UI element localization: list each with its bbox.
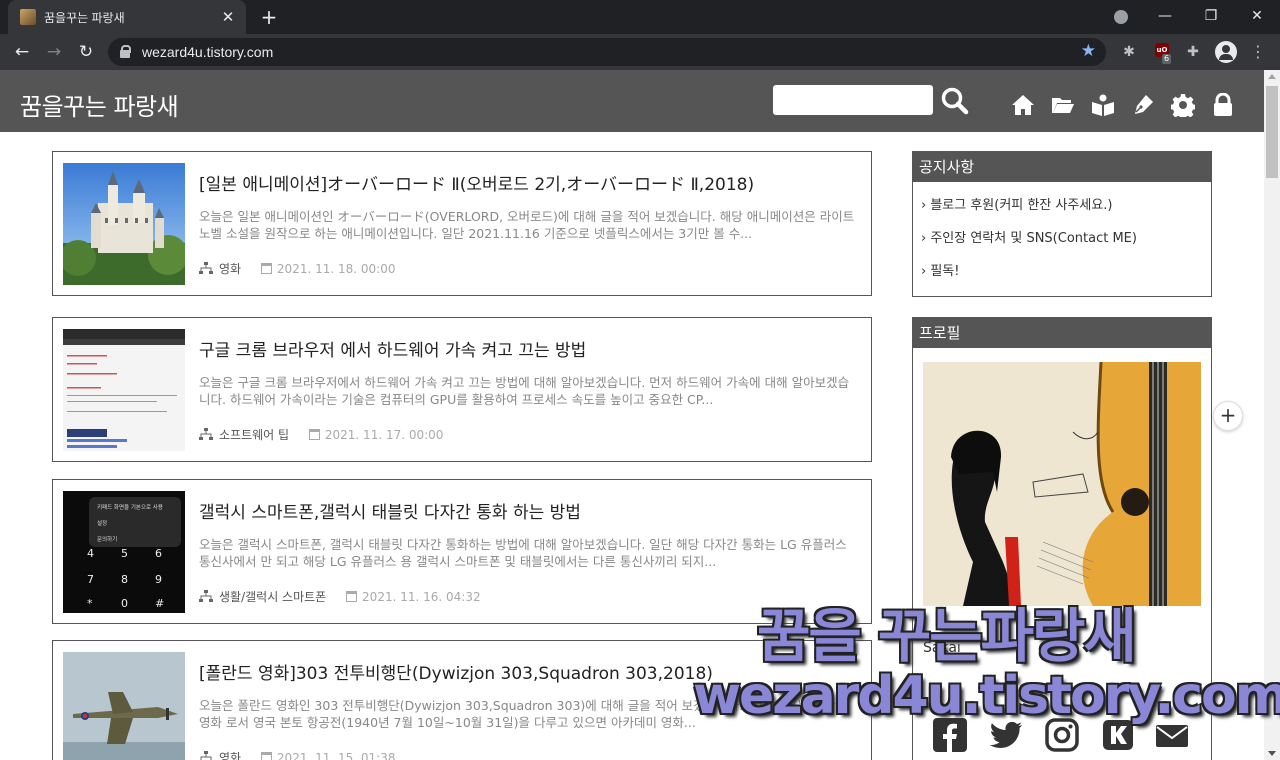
tab-search-icon[interactable] [1114,10,1128,24]
favicon-icon [20,9,36,25]
notice-item[interactable]: › 필독! [921,260,1211,293]
blog-title[interactable]: 꿈을꾸는 파랑새 [20,87,179,122]
post-date: 2021. 11. 15. 01:38 [276,751,396,760]
new-tab-button[interactable]: + [256,5,282,29]
home-icon[interactable] [1011,93,1035,117]
bookmark-star-icon[interactable]: ★ [1081,41,1096,61]
post-category[interactable]: 영화 [219,262,241,276]
url-text: wezard4u.tistory.com [142,44,274,60]
category-sitemap-icon [199,262,213,274]
calendar-icon [308,429,320,440]
thumb-key: * [87,597,93,610]
scroll-thumb[interactable] [1266,86,1278,178]
category-sitemap-icon [199,590,213,602]
ublock-count-badge: 6 [1162,54,1172,64]
category-sitemap-icon [200,751,212,760]
post-date: 2021. 11. 17. 00:00 [324,428,444,442]
browser-tab[interactable]: 꿈을꾸는 파랑새 ✕ [8,0,246,34]
browser-toolbar: ← → ↻ wezard4u.tistory.com ★ ✱ uO 6 ✚ ⋮ [0,34,1280,70]
category-sitemap-icon [199,428,213,440]
reload-button[interactable]: ↻ [74,40,98,64]
minimize-button[interactable]: — [1142,0,1188,34]
back-button[interactable]: ← [10,40,34,64]
post-meta: 소프트웨어 팁 2021. 11. 17. 00:00 [199,426,443,443]
thumb-key: 9 [155,573,162,586]
post-excerpt[interactable]: 오늘은 갤럭시 스마트폰, 갤럭시 태블릿 다자간 통화하는 방법에 대해 알아… [199,536,859,570]
post-title[interactable]: 갤럭시 스마트폰,갤럭시 태블릿 다자간 통화 하는 방법 [199,498,581,523]
search-input[interactable] [773,85,933,115]
forward-button[interactable]: → [42,40,66,64]
notice-heading: 공지사항 [913,152,1211,182]
post-meta: 영화 2021. 11. 18. 00:00 [199,260,395,277]
address-bar[interactable]: wezard4u.tistory.com ★ [108,38,1106,66]
thumb-menu-item: 문의하기 [97,537,118,543]
notice-list: › 블로그 후원(커피 한잔 사주세요.) › 주인장 연락처 및 SNS(Co… [913,182,1211,299]
post-thumbnail-phone-dialer[interactable]: 키패드 화면을 기본으로 사용 설정 문의하기 4 5 6 7 8 9 * 0 … [63,491,185,613]
post-card[interactable]: [일본 애니메이션]オーバーロード Ⅱ(오버로드 2기,オーバーロード Ⅱ,20… [52,151,872,296]
notice-widget: 공지사항 › 블로그 후원(커피 한잔 사주세요.) › 주인장 연락처 및 S… [912,151,1212,297]
post-title[interactable]: 구글 크롬 브라우저 에서 하드웨어 가속 켜고 끄는 방법 [199,336,586,361]
post-category[interactable]: 생활/갤럭시 스마트폰 [219,590,326,604]
thumb-key: 4 [87,547,94,560]
calendar-icon [260,752,272,760]
thumb-popup-menu: 키패드 화면을 기본으로 사용 설정 문의하기 [89,497,181,547]
scroll-up-icon[interactable] [1268,74,1276,79]
calendar-icon [346,591,358,602]
thumb-key: # [155,597,165,610]
thumb-key: 6 [155,547,162,560]
profile-heading: 프로필 [913,318,1211,348]
post-thumbnail-castle[interactable] [63,163,185,285]
tab-title: 꿈을꾸는 파랑새 [44,11,125,25]
search-icon[interactable] [940,86,970,116]
post-title[interactable]: [일본 애니메이션]オーバーロード Ⅱ(오버로드 2기,オーバーロード Ⅱ,20… [199,170,754,195]
browser-tab-strip: 꿈을꾸는 파랑새 ✕ + — ❐ ✕ [0,0,1280,34]
post-meta: 생활/갤럭시 스마트폰 2021. 11. 16. 04:32 [199,588,481,605]
profile-image [923,362,1201,606]
thumb-key: 8 [121,573,128,586]
post-meta: 영화 2021. 11. 15. 01:38 [199,749,395,760]
page-scrollbar[interactable] [1264,70,1280,760]
menu-kebab-icon[interactable]: ⋮ [1247,41,1269,63]
blog-header: 꿈을꾸는 파랑새 [0,70,1264,132]
gear-icon[interactable] [1171,93,1195,117]
notice-item[interactable]: › 주인장 연락처 및 SNS(Contact ME) [921,227,1211,260]
book-icon[interactable] [1091,93,1115,117]
post-card[interactable]: 키패드 화면을 기본으로 사용 설정 문의하기 4 5 6 7 8 9 * 0 … [52,479,872,624]
expand-plus-button[interactable]: + [1213,401,1243,431]
post-category[interactable]: 소프트웨어 팁 [219,428,289,442]
extension-bug-icon[interactable]: ✱ [1118,41,1140,63]
folder-open-icon[interactable] [1051,93,1075,117]
post-title[interactable]: [폴란드 영화]303 전투비행단(Dywizjon 303,Squadron … [199,659,713,684]
post-excerpt[interactable]: 오늘은 구글 크롬 브라우저에서 하드웨어 가속 켜고 끄는 방법에 대해 알아… [199,374,859,408]
thumb-menu-item: 설정 [97,521,108,527]
lock-icon[interactable] [1211,93,1235,117]
thumb-key: 0 [121,597,128,610]
post-thumbnail-chrome-screenshot[interactable] [63,329,185,451]
restore-button[interactable]: ❐ [1188,0,1234,34]
thumb-key: 5 [121,547,128,560]
watermark-url: wezard4u.tistory.com [693,666,1280,726]
thumb-key: 7 [87,573,94,586]
post-thumbnail-plane[interactable] [63,652,185,760]
profile-avatar-icon[interactable] [1215,41,1237,63]
lock-icon[interactable] [120,45,131,58]
thumb-menu-item: 키패드 화면을 기본으로 사용 [97,505,163,511]
close-window-button[interactable]: ✕ [1234,0,1280,34]
pen-icon[interactable] [1131,93,1155,117]
watermark-title: 꿈을 꾸는파랑새 [757,602,1137,670]
notice-item[interactable]: › 블로그 후원(커피 한잔 사주세요.) [921,194,1211,227]
tab-close-icon[interactable]: ✕ [218,7,238,27]
post-date: 2021. 11. 16. 04:32 [362,590,481,604]
post-card[interactable]: 구글 크롬 브라우저 에서 하드웨어 가속 켜고 끄는 방법 오늘은 구글 크롬… [52,317,872,462]
post-date: 2021. 11. 18. 00:00 [276,262,396,276]
post-category[interactable]: 영화 [219,751,241,760]
post-excerpt[interactable]: 오늘은 일본 애니메이션인 オーバーロード(OVERLORD, 오버로드)에 대… [199,208,859,242]
extensions-puzzle-icon[interactable]: ✚ [1182,41,1204,63]
calendar-icon [260,263,272,274]
scroll-down-icon[interactable] [1268,751,1276,756]
